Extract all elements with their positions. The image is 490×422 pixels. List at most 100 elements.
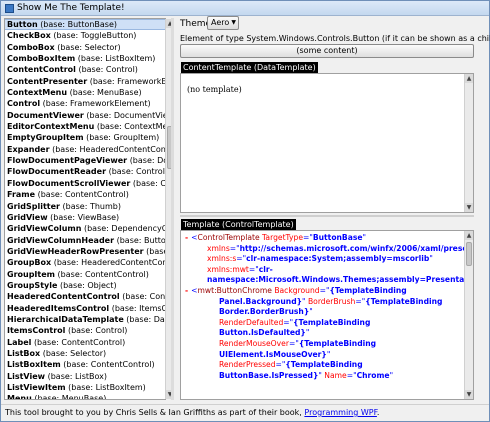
list-item[interactable]: Label (base: ContentControl) xyxy=(5,337,165,348)
list-item[interactable]: Frame (base: ContentControl) xyxy=(5,189,165,200)
class-name: GridViewColumn xyxy=(7,224,82,234)
base-class: (base: ListBoxItem) xyxy=(68,383,146,392)
theme-dropdown[interactable]: Aero ▼ xyxy=(207,16,239,30)
xaml-token: =" xyxy=(248,264,259,274)
list-item[interactable]: HierarchicalDataTemplate (base: DataTemp… xyxy=(5,314,165,325)
class-name: Frame xyxy=(7,190,36,200)
list-item[interactable]: EditorContextMenu (base: ContextMenu) xyxy=(5,121,165,132)
xaml-token: =" xyxy=(303,233,313,242)
list-item[interactable]: ContentControl (base: Control) xyxy=(5,64,165,75)
xaml-token: UIElement.IsMouseOver} xyxy=(219,349,327,359)
xaml-token: {TemplateBinding xyxy=(329,285,407,295)
list-item[interactable]: GroupStyle (base: Object) xyxy=(5,280,165,291)
list-item[interactable]: HeaderedItemsControl (base: ItemsControl… xyxy=(5,303,165,314)
base-class: (base: ItemsControl) xyxy=(111,303,165,313)
list-item[interactable]: GridView (base: ViewBase) xyxy=(5,212,165,223)
list-item[interactable]: FlowDocumentPageViewer (base: DocumentVi… xyxy=(5,155,165,166)
xaml-line: namespace:Microsoft.Windows.Themes;assem… xyxy=(185,275,473,286)
class-name: GroupBox xyxy=(7,258,52,268)
list-item[interactable]: HeaderedContentControl (base: ContentCon… xyxy=(5,291,165,302)
scroll-up-icon[interactable]: ▲ xyxy=(465,74,473,83)
list-item[interactable]: GridViewHeaderRowPresenter (base: GridVi… xyxy=(5,246,165,257)
class-name: ContentPresenter xyxy=(7,76,88,86)
vertical-splitter[interactable] xyxy=(171,18,174,400)
list-item[interactable]: GroupBox (base: HeaderedContentControl) xyxy=(5,257,165,268)
xaml-line: ButtonBase.IsPressed}" Name="Chrome" xyxy=(185,371,463,382)
list-item[interactable]: ListBoxItem (base: ContentControl) xyxy=(5,359,165,370)
base-class: (base: DocumentViewerBase) xyxy=(86,110,165,120)
xaml-token: mwt:ButtonChrome xyxy=(197,285,272,295)
xaml-token: " xyxy=(362,233,367,242)
list-item[interactable]: Menu (base: MenuBase) xyxy=(5,393,165,400)
base-class: (base: Selector) xyxy=(57,42,121,52)
xaml-line: xmlns:mwt="clr- xyxy=(185,265,463,276)
base-class: (base: GridViewRowPresenterBase) xyxy=(146,246,165,256)
base-class: (base: FrameworkElement) xyxy=(42,99,151,109)
xaml-token: Background xyxy=(271,285,320,295)
collapse-icon[interactable]: - xyxy=(185,286,188,295)
list-item[interactable]: EmptyGroupItem (base: GroupItem) xyxy=(5,132,165,143)
class-name: DocumentViewer xyxy=(7,110,84,120)
window-title: Show Me The Template! xyxy=(17,3,125,13)
list-item[interactable]: ComboBoxItem (base: ListBoxItem) xyxy=(5,53,165,64)
list-item[interactable]: DocumentViewer (base: DocumentViewerBase… xyxy=(5,110,165,121)
xaml-token: BorderBrush xyxy=(305,296,356,306)
collapse-icon[interactable]: - xyxy=(185,233,188,242)
list-item[interactable]: ContentPresenter (base: FrameworkElement… xyxy=(5,76,165,87)
list-item[interactable]: ListBox (base: Selector) xyxy=(5,348,165,359)
preview-button[interactable]: (some content) xyxy=(180,44,474,58)
base-class: (base: HeaderedContentControl) xyxy=(52,144,165,154)
template-scrollbar[interactable]: ▲ ▼ xyxy=(464,231,473,399)
list-item[interactable]: Button (base: ButtonBase) xyxy=(5,19,165,31)
xaml-line: Panel.Background}" BorderBrush="{Templat… xyxy=(185,297,463,308)
scroll-down-icon[interactable]: ▼ xyxy=(465,203,473,212)
list-item[interactable]: FlowDocumentReader (base: Control) xyxy=(5,166,165,177)
list-item[interactable]: GridViewColumnHeader (base: ButtonBase) xyxy=(5,235,165,246)
class-name: HeaderedContentControl xyxy=(7,292,120,302)
base-class: (base: DocumentViewerBase) xyxy=(129,156,165,166)
xaml-token: =" xyxy=(288,338,299,348)
list-item[interactable]: GridViewColumn (base: DependencyObject) xyxy=(5,223,165,234)
base-class: (base: ContentControl) xyxy=(33,337,126,347)
class-name: ComboBoxItem xyxy=(7,54,76,64)
book-link[interactable]: Programming WPF xyxy=(304,408,377,417)
scroll-thumb[interactable] xyxy=(466,242,472,266)
list-item[interactable]: ListView (base: ListBox) xyxy=(5,371,165,382)
base-class: (base: ViewBase) xyxy=(50,212,120,222)
list-item[interactable]: ListViewItem (base: ListBoxItem) xyxy=(5,382,165,393)
template-header: Template (ControlTemplate) xyxy=(181,219,296,230)
list-item[interactable]: FlowDocumentScrollViewer (base: Control) xyxy=(5,178,165,189)
list-item[interactable]: GridSplitter (base: Thumb) xyxy=(5,201,165,212)
list-item[interactable]: CheckBox (base: ToggleButton) xyxy=(5,30,165,41)
base-class: (base: MenuBase) xyxy=(34,394,107,400)
base-class: (base: Control) xyxy=(67,326,128,336)
base-class: (base: ContentControl) xyxy=(37,190,129,200)
status-bar: This tool brought to you by Chris Sells … xyxy=(1,404,489,421)
class-name: ContentControl xyxy=(7,65,76,75)
theme-selected-value: Aero xyxy=(211,18,230,27)
base-class: (base: FrameworkElement) xyxy=(89,76,165,86)
xaml-token: =" xyxy=(236,254,247,264)
class-name: ListViewItem xyxy=(7,383,66,392)
xaml-line: xmlns="http://schemas.microsoft.com/winf… xyxy=(185,244,473,255)
base-class: (base: ListBox) xyxy=(47,371,107,381)
title-bar[interactable]: Show Me The Template! xyxy=(1,1,489,16)
class-name: GridSplitter xyxy=(7,201,60,211)
list-item[interactable]: ItemsControl (base: Control) xyxy=(5,325,165,336)
list-item[interactable]: Expander (base: HeaderedContentControl) xyxy=(5,144,165,155)
list-item[interactable]: Control (base: FrameworkElement) xyxy=(5,98,165,109)
horizontal-splitter[interactable] xyxy=(180,215,474,217)
scroll-up-icon[interactable]: ▲ xyxy=(465,231,473,240)
scroll-down-icon[interactable]: ▼ xyxy=(465,390,473,399)
xaml-token: xmlns:mwt xyxy=(207,264,249,274)
base-class: (base: Thumb) xyxy=(62,201,121,211)
list-item[interactable]: ContextMenu (base: MenuBase) xyxy=(5,87,165,98)
class-name: ListView xyxy=(7,371,46,381)
list-item[interactable]: ComboBox (base: Selector) xyxy=(5,42,165,53)
base-class: (base: ContentControl) xyxy=(63,360,155,370)
control-type-list[interactable]: Button (base: ButtonBase) CheckBox (base:… xyxy=(4,18,166,400)
list-item[interactable]: GroupItem (base: ContentControl) xyxy=(5,269,165,280)
content-template-scrollbar[interactable]: ▲ ▼ xyxy=(464,74,473,212)
template-xaml-text: - <ControlTemplate TargetType="ButtonBase… xyxy=(185,233,473,382)
xaml-line: Button.IsDefaulted}" xyxy=(185,328,463,339)
